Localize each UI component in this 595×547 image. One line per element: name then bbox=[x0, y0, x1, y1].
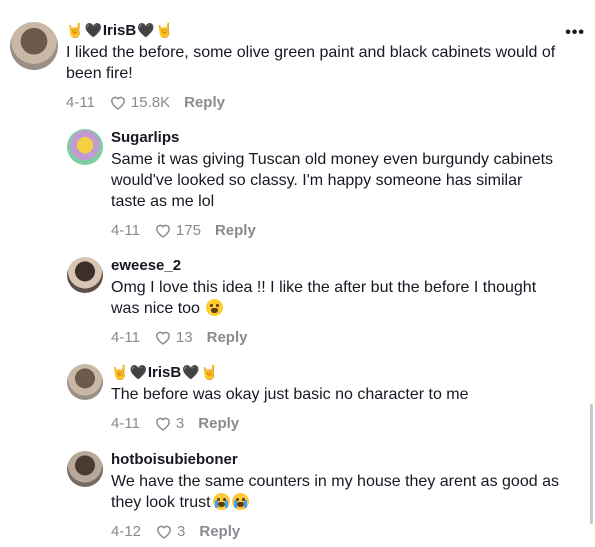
reply-button[interactable]: Reply bbox=[198, 415, 239, 432]
heart-icon bbox=[156, 331, 170, 345]
comment-body: hotboisubieboner We have the same counte… bbox=[111, 451, 561, 541]
heart-icon: 🖤 bbox=[182, 365, 200, 381]
comment-username[interactable]: hotboisubieboner bbox=[111, 451, 561, 469]
username-label: IrisB bbox=[102, 22, 137, 39]
hand-icon: 🤘 bbox=[111, 365, 129, 381]
reply-button[interactable]: Reply bbox=[207, 329, 248, 346]
username-label: Sugarlips bbox=[111, 129, 180, 146]
heart-icon: 🖤 bbox=[137, 23, 155, 39]
username-label: IrisB bbox=[147, 364, 182, 381]
comment-meta: 4-11 3 Reply bbox=[111, 413, 561, 433]
comment-meta: 4-11 15.8K Reply bbox=[66, 92, 566, 112]
hand-icon: 🤘 bbox=[200, 365, 219, 381]
heart-icon: 🖤 bbox=[84, 23, 102, 39]
reply-button[interactable]: Reply bbox=[199, 523, 240, 540]
hand-icon: 🤘 bbox=[66, 23, 84, 39]
comment-irisb-reply: 🤘 🖤 IrisB 🖤 🤘 The before was okay just b… bbox=[67, 364, 567, 433]
like-button[interactable]: 15.8K bbox=[109, 94, 170, 111]
comment-irisb-top: 🤘 🖤 IrisB 🖤 🤘 I liked the before, some o… bbox=[10, 22, 570, 112]
comment-text: Omg I love this idea !! I like the after… bbox=[111, 277, 561, 319]
like-count: 3 bbox=[175, 414, 185, 432]
like-count: 3 bbox=[177, 522, 186, 540]
comment-text-content: We have the same counters in my house th… bbox=[111, 473, 559, 511]
hand-icon: 🤘 bbox=[155, 23, 174, 39]
comment-text: Same it was giving Tuscan old money even… bbox=[111, 151, 554, 210]
comment-body: eweese_2 Omg I love this idea !! I like … bbox=[111, 257, 561, 347]
comment-body: Sugarlips Same it was giving Tuscan old … bbox=[111, 129, 561, 240]
comment-meta: 4-11 13 Reply bbox=[111, 327, 561, 347]
like-button[interactable]: 13 bbox=[154, 329, 193, 346]
tired-face-icon bbox=[206, 299, 224, 316]
comment-text: We have the same counters in my house th… bbox=[111, 471, 561, 513]
avatar[interactable] bbox=[67, 451, 103, 487]
comment-date: 4-11 bbox=[111, 221, 140, 239]
avatar[interactable] bbox=[67, 129, 103, 165]
comment-date: 4-11 bbox=[111, 414, 140, 432]
comment-hotboi: hotboisubieboner We have the same counte… bbox=[67, 451, 567, 541]
comment-meta: 4-11 175 Reply bbox=[111, 220, 561, 240]
heart-icon bbox=[156, 417, 170, 431]
comment-body: 🤘 🖤 IrisB 🖤 🤘 The before was okay just b… bbox=[111, 364, 561, 433]
comment-sugarlips: Sugarlips Same it was giving Tuscan old … bbox=[67, 129, 567, 240]
like-button[interactable]: 3 bbox=[154, 415, 184, 432]
more-icon[interactable]: ••• bbox=[565, 24, 585, 42]
reply-button[interactable]: Reply bbox=[215, 222, 256, 239]
crying-face-icon bbox=[231, 493, 249, 510]
heart-icon: 🖤 bbox=[129, 365, 147, 381]
avatar[interactable] bbox=[67, 364, 103, 400]
comment-eweese: eweese_2 Omg I love this idea !! I like … bbox=[67, 257, 567, 347]
like-count: 13 bbox=[175, 328, 193, 346]
scrollbar[interactable] bbox=[590, 404, 593, 524]
comment-username[interactable]: 🤘 🖤 IrisB 🖤 🤘 bbox=[111, 364, 561, 382]
avatar[interactable] bbox=[67, 257, 103, 293]
reply-button[interactable]: Reply bbox=[184, 94, 225, 111]
comment-date: 4-11 bbox=[66, 93, 95, 111]
comment-text-content: Omg I love this idea !! I like the after… bbox=[111, 279, 537, 317]
avatar[interactable] bbox=[10, 22, 58, 70]
like-button[interactable]: 3 bbox=[155, 523, 185, 540]
comment-text: I liked the before, some olive green pai… bbox=[66, 44, 556, 82]
comment-username[interactable]: 🤘 🖤 IrisB 🖤 🤘 bbox=[66, 22, 566, 40]
heart-icon bbox=[157, 525, 171, 539]
comment-date: 4-11 bbox=[111, 328, 140, 346]
heart-icon bbox=[111, 96, 125, 110]
comment-meta: 4-12 3 Reply bbox=[111, 521, 561, 541]
comment-text: The before was okay just basic no charac… bbox=[111, 386, 469, 403]
heart-icon bbox=[156, 224, 170, 238]
comment-username[interactable]: Sugarlips bbox=[111, 129, 561, 147]
comment-username[interactable]: eweese_2 bbox=[111, 257, 561, 275]
username-label: eweese_2 bbox=[111, 257, 182, 274]
like-count: 15.8K bbox=[130, 93, 171, 111]
like-count: 175 bbox=[175, 221, 201, 239]
like-button[interactable]: 175 bbox=[154, 222, 201, 239]
comment-date: 4-12 bbox=[111, 522, 142, 540]
comment-body: 🤘 🖤 IrisB 🖤 🤘 I liked the before, some o… bbox=[66, 22, 566, 112]
crying-face-icon bbox=[212, 493, 230, 510]
username-label: hotboisubieboner bbox=[111, 451, 238, 468]
